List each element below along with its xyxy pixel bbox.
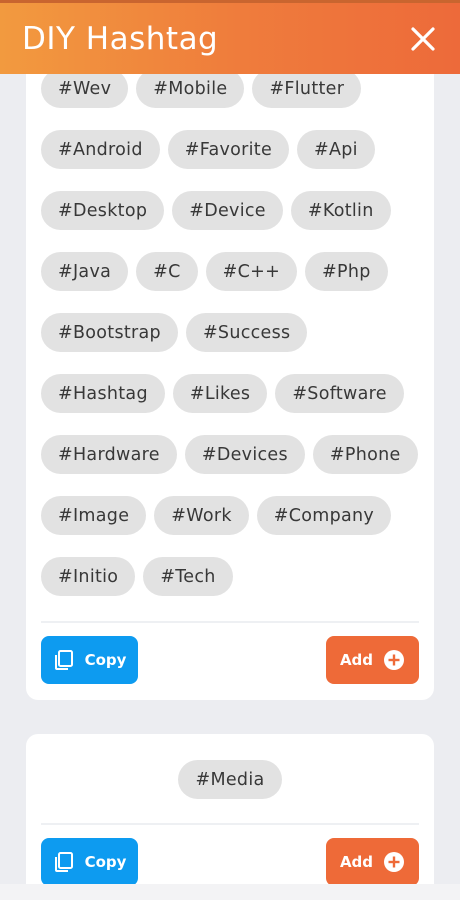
hashtag-chip[interactable]: #Desktop xyxy=(41,191,165,230)
hashtag-chip[interactable]: #Java xyxy=(41,252,129,291)
hashtag-chip[interactable]: #Mobile xyxy=(136,69,245,108)
tag-list: #Wev #Mobile #Flutter #Android #Favorite #Api… xyxy=(41,69,419,596)
hashtag-card: #Media Copy Add xyxy=(26,734,434,900)
hashtag-chip[interactable]: #Phone xyxy=(312,435,418,474)
hashtag-chip[interactable]: #Success xyxy=(185,313,308,352)
hashtag-chip[interactable]: #Kotlin xyxy=(290,191,391,230)
add-button[interactable]: Add xyxy=(326,636,419,684)
copy-button[interactable]: Copy xyxy=(41,838,138,886)
hashtag-chip[interactable]: #Tech xyxy=(143,557,233,596)
hashtag-chip[interactable]: #Hardware xyxy=(41,435,177,474)
add-circle-icon xyxy=(384,852,405,872)
hashtag-chip[interactable]: #Api xyxy=(297,130,375,169)
hashtag-chip[interactable]: #Favorite xyxy=(167,130,290,169)
bottom-bar xyxy=(0,884,460,900)
copy-label: Copy xyxy=(84,853,127,871)
close-button[interactable] xyxy=(408,24,438,54)
copy-button[interactable]: Copy xyxy=(41,636,138,684)
hashtag-chip[interactable]: #Flutter xyxy=(252,69,362,108)
hashtag-chip[interactable]: #Initio xyxy=(41,557,136,596)
hashtag-chip[interactable]: #Likes xyxy=(172,374,268,413)
divider xyxy=(41,823,419,825)
add-label: Add xyxy=(339,853,374,871)
hashtag-chip[interactable]: #Wev xyxy=(41,69,129,108)
hashtag-chip[interactable]: #Image xyxy=(41,496,147,535)
hashtag-chip[interactable]: #Devices xyxy=(184,435,305,474)
hashtag-chip[interactable]: #C++ xyxy=(205,252,298,291)
hashtag-card: #Wev #Mobile #Flutter #Android #Favorite #Api… xyxy=(26,40,434,700)
app-header: DIY Hashtag xyxy=(0,0,460,74)
hashtag-chip[interactable]: #Work xyxy=(154,496,249,535)
tag-list: #Media xyxy=(41,760,419,799)
hashtag-chip[interactable]: #Php xyxy=(305,252,388,291)
hashtag-chip[interactable]: #Android xyxy=(41,130,160,169)
hashtag-chip[interactable]: #Bootstrap xyxy=(41,313,178,352)
app-root: DIY Hashtag #Wev #Mobile #Flutter #Android #… xyxy=(0,0,460,900)
hashtag-chip[interactable]: #Company xyxy=(256,496,392,535)
page-title: DIY Hashtag xyxy=(22,20,219,57)
hashtag-chip[interactable]: #C xyxy=(136,252,198,291)
add-circle-icon xyxy=(384,650,405,670)
hashtag-chip[interactable]: #Media xyxy=(178,760,282,799)
close-icon xyxy=(411,26,435,51)
add-label: Add xyxy=(339,651,374,669)
hashtag-chip[interactable]: #Hashtag xyxy=(41,374,165,413)
copy-icon xyxy=(54,650,73,670)
hashtag-chip[interactable]: #Software xyxy=(275,374,404,413)
hashtag-chip[interactable]: #Device xyxy=(172,191,283,230)
divider xyxy=(41,621,419,623)
copy-icon xyxy=(54,852,73,872)
add-button[interactable]: Add xyxy=(326,838,419,886)
copy-label: Copy xyxy=(84,651,127,669)
